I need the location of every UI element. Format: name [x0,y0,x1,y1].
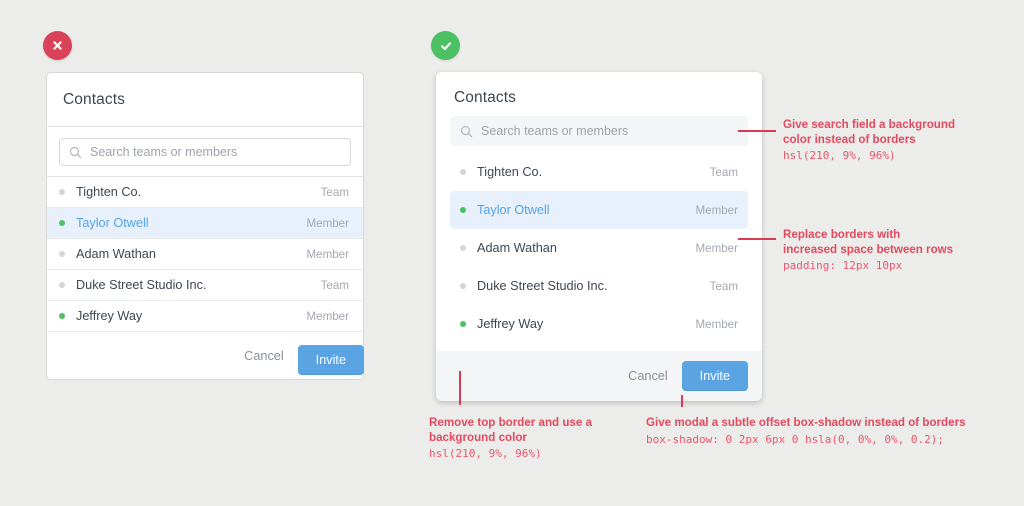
table-row[interactable]: Duke Street Studio Inc. Team [450,267,748,305]
search-input[interactable]: Search teams or members [59,138,351,166]
contacts-modal-bordered: Contacts Search teams or members Tighten… [46,72,364,380]
leader-line-search [738,130,776,132]
table-row[interactable]: Tighten Co. Team [47,177,363,208]
status-dot-icon [59,251,65,257]
contact-role: Member [306,309,349,323]
contact-name: Taylor Otwell [76,216,149,230]
contact-name: Taylor Otwell [477,203,550,217]
contact-role: Team [320,278,349,292]
status-dot-icon [460,321,466,327]
modal-header: Contacts [47,73,363,127]
contact-role: Member [306,247,349,261]
table-row[interactable]: Duke Street Studio Inc. Team [47,270,363,301]
cancel-button[interactable]: Cancel [244,349,284,363]
contacts-list: Tighten Co. Team Taylor Otwell Member Ad… [47,177,363,332]
table-row[interactable]: Adam Wathan Member [47,239,363,270]
invite-button[interactable]: Invite [297,345,364,375]
search-icon [69,146,82,158]
modal-footer: Cancel Invite [436,351,762,401]
table-row[interactable]: Adam Wathan Member [450,229,748,267]
annotation-code: box-shadow: 0 2px 6px 0 hsla(0, 0%, 0%, … [646,432,945,446]
annotation-text: Remove top border and use a background c… [429,416,592,444]
status-dot-icon [59,189,65,195]
contact-role: Team [709,165,738,179]
annotation-text: Replace borders with increased space bet… [783,228,954,256]
contact-name: Adam Wathan [76,247,156,261]
status-dot-icon [460,283,466,289]
search-input[interactable]: Search teams or members [450,116,748,146]
contact-name: Tighten Co. [76,185,142,199]
status-dot-icon [59,220,65,226]
contact-name: Adam Wathan [477,241,557,255]
annotation-code: hsl(210, 9%, 96%) [429,447,542,460]
search-area: Search teams or members [47,127,363,177]
contact-name: Tighten Co. [477,165,543,179]
contacts-list: Tighten Co. Team Taylor Otwell Member Ad… [436,150,762,351]
status-dot-icon [460,207,466,213]
contact-role: Member [695,241,738,255]
page-title: Contacts [63,91,125,108]
contact-name: Duke Street Studio Inc. [477,279,608,293]
contact-role: Member [306,216,349,230]
modal-header: Contacts [436,72,762,116]
annotation-rows: Replace borders with increased space bet… [783,228,953,274]
search-area: Search teams or members [436,116,762,150]
status-dot-icon [460,245,466,251]
modal-footer: Cancel Invite [47,332,364,379]
invite-button[interactable]: Invite [681,361,748,391]
table-row[interactable]: Tighten Co. Team [450,153,748,191]
contact-name: Jeffrey Way [477,317,544,331]
table-row[interactable]: Jeffrey Way Member [450,305,748,343]
contact-role: Member [695,317,738,331]
table-row[interactable]: Taylor Otwell Member [47,208,363,239]
status-badge-do [431,31,460,60]
status-dot-icon [59,313,65,319]
status-dot-icon [460,169,466,175]
canvas: Contacts Search teams or members Tighten… [0,0,1024,506]
leader-line-footer [459,371,461,405]
annotation-code: hsl(210, 9%, 96%) [783,149,896,162]
page-title: Contacts [454,89,516,106]
search-icon [460,125,473,137]
table-row[interactable]: Taylor Otwell Member [450,191,748,229]
status-badge-dont [43,31,72,60]
leader-line-rows [738,238,776,240]
annotation-footer: Remove top border and use a background c… [429,416,592,462]
cancel-button[interactable]: Cancel [628,369,668,383]
search-placeholder: Search teams or members [90,145,238,159]
contact-role: Member [695,203,738,217]
contacts-modal-shadowed: Contacts Search teams or members Tighten… [436,72,762,401]
contact-name: Duke Street Studio Inc. [76,278,207,292]
annotation-code: padding: 12px 10px [783,259,903,272]
contact-role: Team [709,279,738,293]
contact-role: Team [320,185,349,199]
table-row[interactable]: Jeffrey Way Member [47,301,363,332]
annotation-text: Give modal a subtle offset box-shadow in… [646,416,966,429]
annotation-search: Give search field a background color ins… [783,118,955,164]
leader-line-shadow [681,395,683,407]
annotation-shadow: Give modal a subtle offset box-shadow in… [646,416,966,448]
status-dot-icon [59,282,65,288]
search-placeholder: Search teams or members [481,124,629,138]
check-icon [440,41,451,50]
annotation-text: Give search field a background color ins… [783,118,956,146]
contact-name: Jeffrey Way [76,309,143,323]
close-icon [53,41,62,50]
